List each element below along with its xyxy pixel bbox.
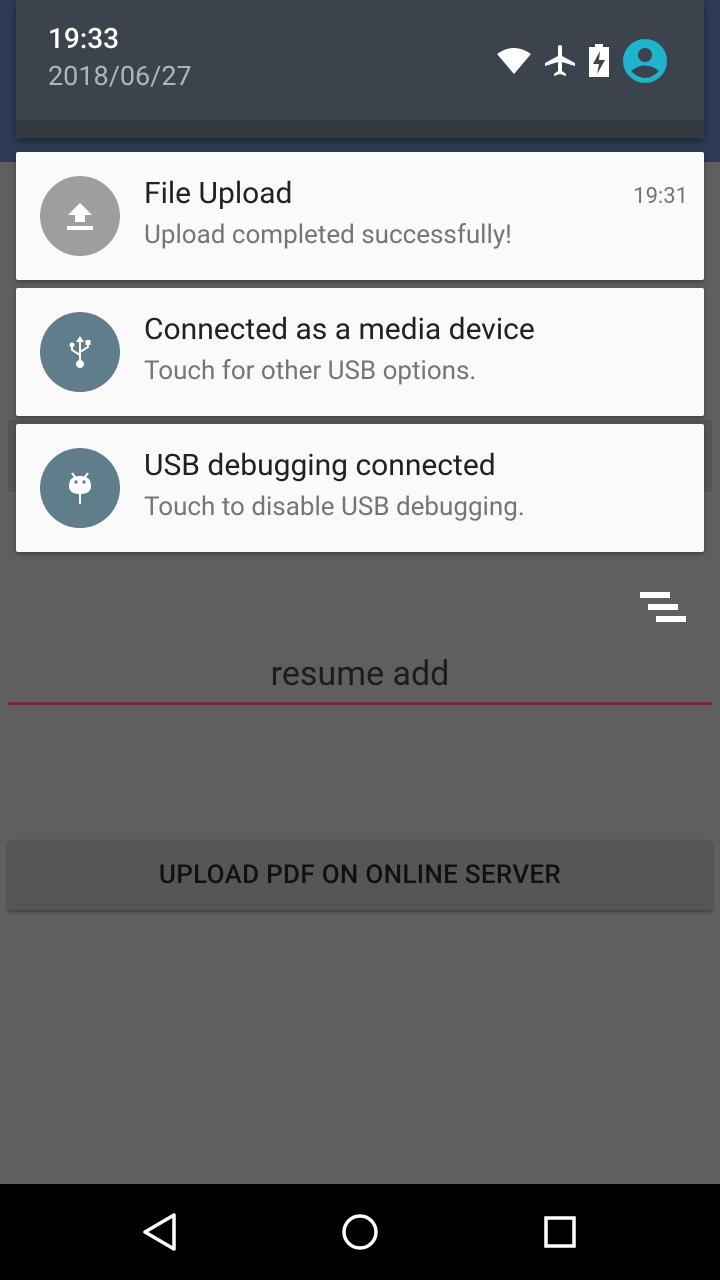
- navigation-bar: [0, 1184, 720, 1280]
- battery-charging-icon: [589, 44, 609, 77]
- notification-text: Upload completed successfully!: [144, 220, 512, 250]
- recents-icon[interactable]: [536, 1208, 584, 1256]
- quick-settings-header[interactable]: 19:33 2018/06/27: [16, 0, 704, 138]
- upload-icon: [40, 176, 120, 256]
- date: 2018/06/27: [48, 60, 192, 92]
- notification-usb-debugging[interactable]: USB debugging connected Touch to disable…: [16, 424, 704, 552]
- back-icon[interactable]: [136, 1208, 184, 1256]
- notification-title: Connected as a media device: [144, 312, 535, 347]
- status-icons: [496, 38, 668, 84]
- notification-title: USB debugging connected: [144, 448, 496, 483]
- notification-file-upload[interactable]: File Upload Upload completed successfull…: [16, 152, 704, 280]
- notification-title: File Upload: [144, 176, 293, 211]
- android-bug-icon: [40, 448, 120, 528]
- usb-icon: [40, 312, 120, 392]
- clock: 19:33: [48, 22, 120, 55]
- upload-pdf-button[interactable]: UPLOAD PDF ON ONLINE SERVER: [8, 840, 712, 910]
- wifi-icon: [497, 48, 531, 74]
- pdf-name-input[interactable]: resume add: [8, 648, 712, 705]
- notification-text: Touch for other USB options.: [144, 356, 477, 386]
- notification-time: 19:31: [633, 184, 688, 209]
- user-account-icon[interactable]: [622, 38, 668, 84]
- header-divider: [16, 120, 704, 138]
- airplane-mode-icon: [545, 45, 575, 76]
- notification-usb-media[interactable]: Connected as a media device Touch for ot…: [16, 288, 704, 416]
- clear-all-notifications-icon[interactable]: [638, 588, 688, 628]
- notification-text: Touch to disable USB debugging.: [144, 492, 525, 522]
- home-icon[interactable]: [336, 1208, 384, 1256]
